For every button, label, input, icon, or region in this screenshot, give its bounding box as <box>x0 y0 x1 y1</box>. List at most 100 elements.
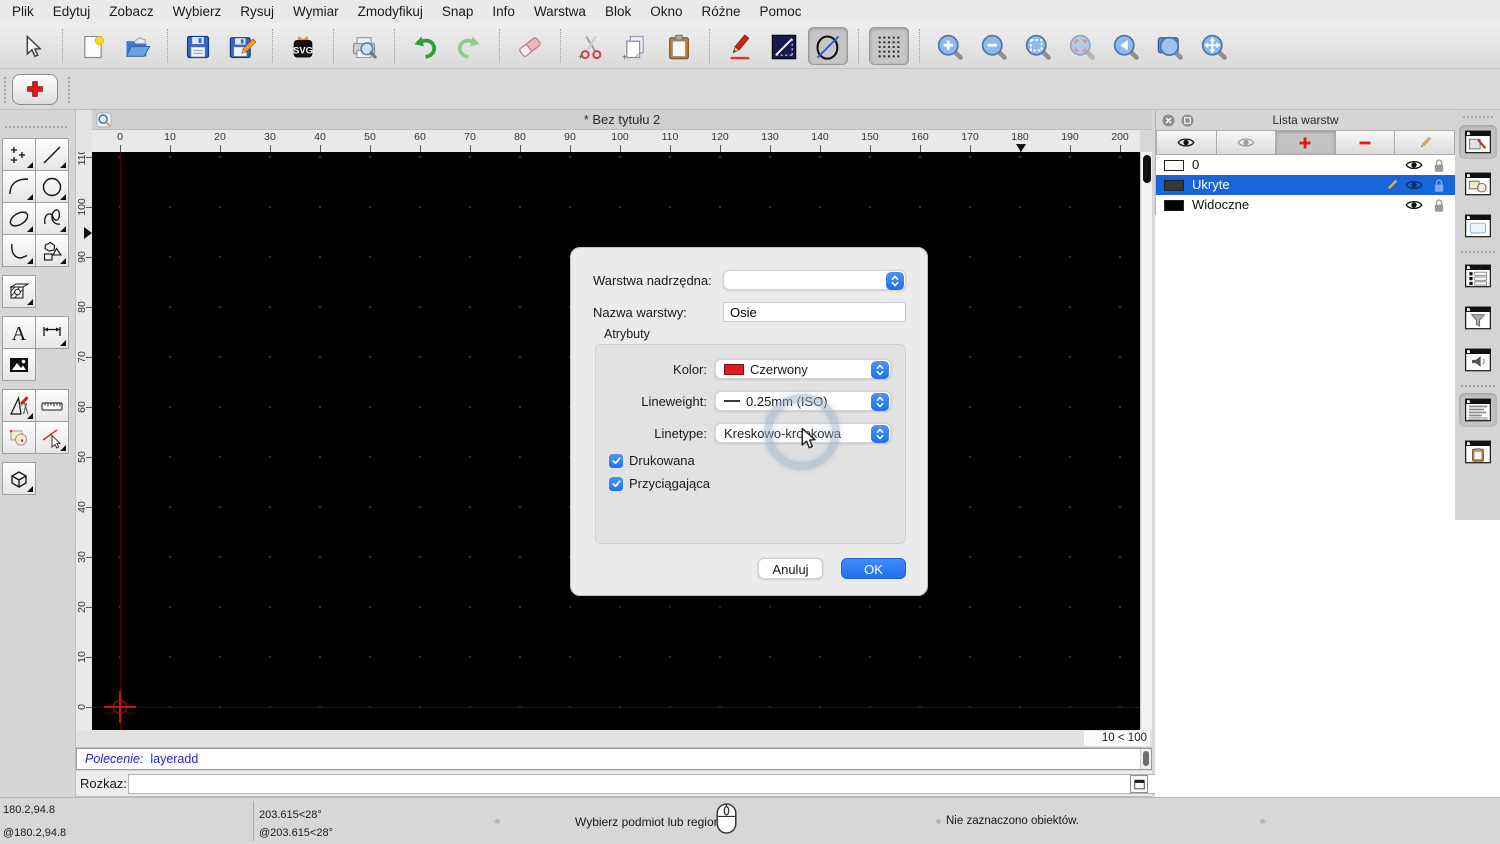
tool-text-button[interactable]: A <box>2 316 36 349</box>
undo-button[interactable] <box>405 27 445 65</box>
menu-item-plik[interactable]: Plik <box>12 4 34 19</box>
tool-3dbox-button[interactable] <box>2 462 36 495</box>
layer-row-widoczne[interactable]: Widoczne <box>1156 195 1455 215</box>
tool-ellipse-button[interactable] <box>2 202 36 235</box>
eraser-button[interactable] <box>510 27 550 65</box>
edit-layer-pencil-button[interactable] <box>1395 130 1455 155</box>
zoom-window-button[interactable] <box>1150 27 1190 65</box>
tool-ruler-button[interactable] <box>35 389 69 422</box>
show-all-eye-button[interactable] <box>1156 130 1217 155</box>
h-ruler-label: 60 <box>414 131 426 143</box>
dock-coordinates-button[interactable] <box>1458 393 1497 427</box>
layer-lock-icon[interactable] <box>1433 198 1445 213</box>
printable-checkbox[interactable] <box>609 453 623 468</box>
parent-layer-label: Warstwa nadrzędna: <box>593 273 712 288</box>
layer-row-ukryte[interactable]: Ukryte <box>1156 175 1455 195</box>
menu-item-rysuj[interactable]: Rysuj <box>240 4 274 19</box>
add-layer-toolbar-button[interactable] <box>12 74 58 105</box>
open-folder-button[interactable] <box>117 27 157 65</box>
tool-circle-button[interactable] <box>35 170 69 203</box>
tool-palette-zone: A <box>0 110 76 797</box>
dock-command-list-button[interactable] <box>1459 259 1497 293</box>
menu-item-wybierz[interactable]: Wybierz <box>173 4 222 19</box>
menu-item-wymiar[interactable]: Wymiar <box>293 4 339 19</box>
dock-drag-handle[interactable] <box>1462 116 1493 120</box>
print-preview-button[interactable] <box>344 27 384 65</box>
copy-button[interactable]: + <box>615 27 655 65</box>
menu-item-zobacz[interactable]: Zobacz <box>109 4 153 19</box>
menu-item-zmodyfikuj[interactable]: Zmodyfikuj <box>358 4 423 19</box>
tool-polyline-button[interactable] <box>2 234 36 267</box>
menu-item-edytuj[interactable]: Edytuj <box>53 4 91 19</box>
tool-drafting-button[interactable] <box>2 389 36 422</box>
remove-layer-minus-button[interactable] <box>1335 130 1396 155</box>
hide-all-eye-button[interactable] <box>1216 130 1277 155</box>
menu-item-okno[interactable]: Okno <box>650 4 682 19</box>
redo-button[interactable] <box>449 27 489 65</box>
parent-layer-select[interactable] <box>723 270 906 290</box>
ok-button[interactable]: OK <box>841 558 906 579</box>
pan-zoom-button[interactable] <box>1194 27 1234 65</box>
h-ruler-tick <box>120 145 121 152</box>
tool-points-button[interactable] <box>2 138 36 171</box>
line-square-button[interactable] <box>764 27 804 65</box>
tool-image-button[interactable] <box>2 348 36 381</box>
cancel-button[interactable]: Anuluj <box>758 558 823 579</box>
layer-visibility-eye-icon[interactable] <box>1405 199 1423 211</box>
draw-pencil-button[interactable] <box>720 27 760 65</box>
tool-spline-button[interactable] <box>35 202 69 235</box>
dock-block-list-button[interactable] <box>1459 167 1497 201</box>
zoom-auto-button[interactable] <box>1018 27 1058 65</box>
tool-modify-shapes-button[interactable] <box>2 421 36 454</box>
color-select[interactable]: Czerwony <box>715 359 891 379</box>
command-input[interactable] <box>128 774 1198 794</box>
layer-visibility-eye-icon[interactable] <box>1405 159 1423 171</box>
dock-property-button[interactable] <box>1459 343 1497 377</box>
svg-export-button[interactable]: SVG <box>283 27 323 65</box>
add-layer-plus-button[interactable] <box>1276 130 1336 155</box>
menu-item-pomoc[interactable]: Pomoc <box>760 4 802 19</box>
layer-edit-pencil-icon[interactable] <box>1384 178 1399 193</box>
save-as-button[interactable] <box>222 27 262 65</box>
tool-hatch-button[interactable] <box>2 275 36 308</box>
layer-lock-icon[interactable] <box>1433 178 1445 193</box>
zoom-in-button[interactable] <box>930 27 970 65</box>
scrollbar-thumb[interactable] <box>1143 751 1149 766</box>
layer-lock-icon[interactable] <box>1433 158 1445 173</box>
dock-library-button[interactable] <box>1459 209 1497 243</box>
save-button[interactable] <box>178 27 218 65</box>
menu-item-blok[interactable]: Blok <box>605 4 631 19</box>
canvas-vertical-scrollbar[interactable] <box>1140 152 1152 730</box>
zoom-previous-button[interactable] <box>1106 27 1146 65</box>
new-file-button[interactable] <box>73 27 113 65</box>
layer-visibility-eye-icon[interactable] <box>1405 179 1423 191</box>
layer-add-dialog: Warstwa nadrzędna: Nazwa warstwy: Atrybu… <box>570 247 928 596</box>
snappable-checkbox[interactable] <box>609 476 623 491</box>
paste-button[interactable] <box>659 27 699 65</box>
layer-row-0[interactable]: 0 <box>1156 155 1455 175</box>
layer-name-input[interactable] <box>723 302 906 322</box>
menu-item-warstwa[interactable]: Warstwa <box>534 4 586 19</box>
dock-clipboard-button[interactable] <box>1459 435 1497 469</box>
history-scrollbar[interactable] <box>1140 749 1151 769</box>
tool-line-button[interactable] <box>35 138 69 171</box>
dock-layer-list-button[interactable] <box>1458 125 1497 159</box>
zoom-selection-button[interactable] <box>1062 27 1102 65</box>
palette-drag-handle[interactable] <box>5 126 67 130</box>
menu-item-snap[interactable]: Snap <box>442 4 474 19</box>
tool-modify-attr-button[interactable] <box>35 421 69 454</box>
select-arrow-button[interactable] <box>12 27 52 65</box>
tool-arc-button[interactable] <box>2 170 36 203</box>
command-history: Polecenie: layeradd <box>76 748 1152 770</box>
command-history-toggle-button[interactable] <box>1130 775 1148 793</box>
dock-filter-button[interactable] <box>1459 301 1497 335</box>
circle-line-button[interactable] <box>808 26 848 65</box>
cut-button[interactable]: + <box>571 27 611 65</box>
menu-item-różne[interactable]: Różne <box>702 4 741 19</box>
menu-item-info[interactable]: Info <box>492 4 515 19</box>
grid-dots-button[interactable] <box>869 26 909 65</box>
scrollbar-thumb[interactable] <box>1143 155 1151 183</box>
tool-polygon-button[interactable] <box>35 234 69 267</box>
zoom-out-button[interactable] <box>974 27 1014 65</box>
tool-dimension-button[interactable] <box>35 316 69 349</box>
